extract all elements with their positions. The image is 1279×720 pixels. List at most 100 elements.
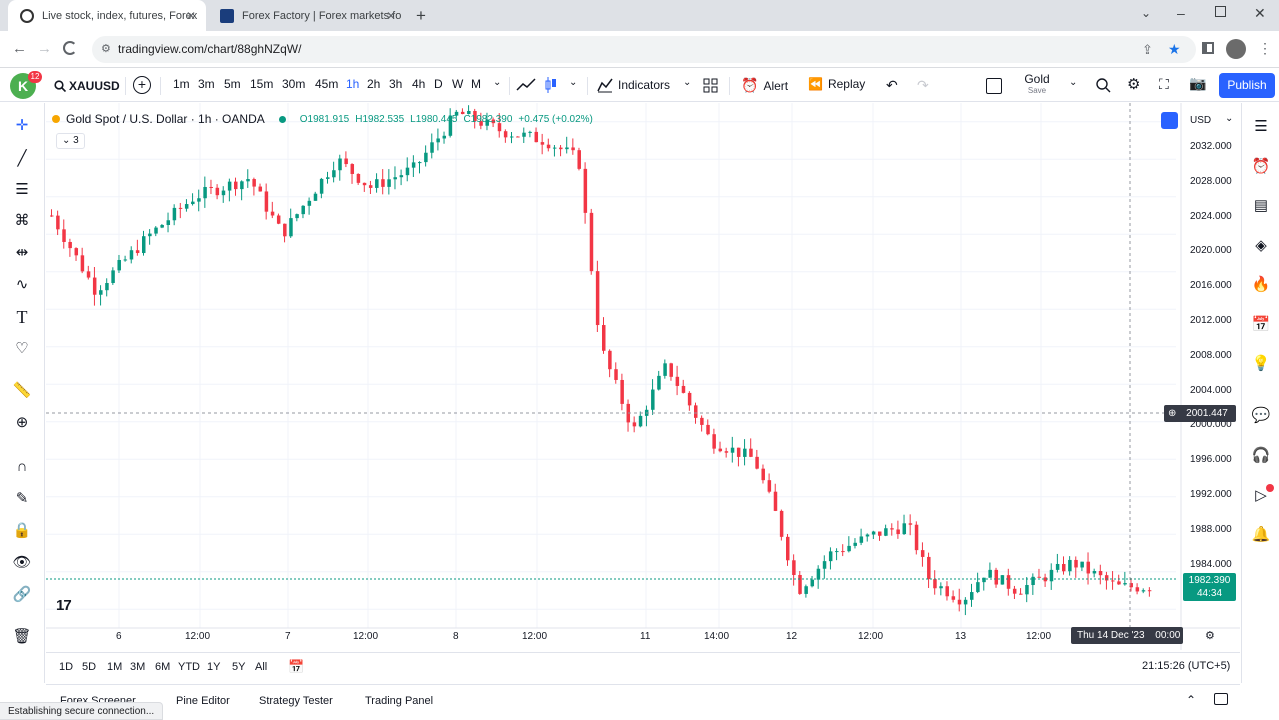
auto-scale-icon[interactable] bbox=[1161, 112, 1178, 129]
back-icon[interactable]: ← bbox=[12, 40, 27, 57]
watchlist-icon[interactable]: ☰ bbox=[1251, 117, 1271, 137]
layout-dropdown-icon[interactable]: ⌄ bbox=[1069, 77, 1077, 88]
candles-icon[interactable] bbox=[544, 76, 558, 94]
pattern-icon[interactable]: ⌘ bbox=[12, 211, 32, 231]
redo-icon[interactable]: ↷ bbox=[917, 77, 929, 94]
range-all[interactable]: All bbox=[255, 661, 267, 673]
tech-support-icon[interactable]: 🎧 bbox=[1251, 446, 1271, 466]
range-3m[interactable]: 3M bbox=[130, 661, 145, 673]
interval-w[interactable]: W bbox=[452, 77, 463, 91]
range-6m[interactable]: 6M bbox=[155, 661, 170, 673]
ideas-bulb-icon[interactable]: 💡 bbox=[1251, 354, 1271, 374]
eye-icon[interactable]: 👁 bbox=[12, 553, 32, 573]
range-5y[interactable]: 5Y bbox=[232, 661, 245, 673]
interval-4h[interactable]: 4h bbox=[412, 77, 425, 91]
share-icon[interactable]: ⇪ bbox=[1142, 36, 1153, 63]
object-tree-icon[interactable]: ◈ bbox=[1251, 236, 1271, 256]
interval-1m[interactable]: 1m bbox=[173, 77, 190, 91]
interval-45m[interactable]: 45m bbox=[315, 77, 338, 91]
compare-symbol-icon[interactable]: + bbox=[133, 76, 151, 94]
interval-dropdown-icon[interactable]: ⌄ bbox=[493, 77, 501, 88]
trash-icon[interactable]: 🗑 bbox=[12, 627, 32, 647]
tab-search-icon[interactable]: ⌄ bbox=[1141, 6, 1151, 20]
side-panel-icon[interactable] bbox=[1202, 42, 1214, 54]
bar-style-icon[interactable] bbox=[516, 77, 536, 93]
fib-retracement-icon[interactable]: ☰ bbox=[12, 180, 32, 200]
interval-d[interactable]: D bbox=[434, 77, 443, 91]
price-chart[interactable] bbox=[46, 103, 1240, 650]
pencil-lock-icon[interactable]: ✎ bbox=[12, 489, 32, 509]
publish-button[interactable]: Publish bbox=[1219, 73, 1275, 98]
browser-tab-forexfactory[interactable]: Forex Factory | Forex markets fo ✕ bbox=[208, 0, 406, 31]
minimize-icon[interactable]: – bbox=[1177, 5, 1185, 21]
range-1d[interactable]: 1D bbox=[59, 661, 73, 673]
alert-button[interactable]: ⏰ Alert bbox=[741, 77, 788, 94]
brush-icon[interactable]: ∿ bbox=[12, 275, 32, 295]
range-ytd[interactable]: YTD bbox=[178, 661, 200, 673]
interval-m[interactable]: M bbox=[471, 77, 481, 91]
magnet-icon[interactable]: ∩ bbox=[12, 457, 32, 477]
chat-icon[interactable]: 💬 bbox=[1251, 406, 1271, 426]
lock-icon[interactable]: 🔒 bbox=[12, 521, 32, 541]
quick-search-icon[interactable] bbox=[1095, 77, 1111, 93]
legend-title[interactable]: Gold Spot / U.S. Dollar · 1h · OANDA bbox=[66, 112, 265, 126]
interval-3h[interactable]: 3h bbox=[389, 77, 402, 91]
data-window-icon[interactable]: ▤ bbox=[1251, 196, 1271, 216]
collapse-panel-icon[interactable]: ⌃ bbox=[1186, 693, 1196, 707]
prediction-icon[interactable]: ⇹ bbox=[12, 243, 32, 263]
interval-30m[interactable]: 30m bbox=[282, 77, 305, 91]
add-alert-plus-icon[interactable]: ⊕ bbox=[1168, 405, 1176, 422]
interval-1h[interactable]: 1h bbox=[346, 77, 359, 91]
tradingview-logo[interactable]: 17 bbox=[56, 597, 72, 614]
date-range-calendar-icon[interactable]: 📅 bbox=[288, 659, 304, 675]
calendar-icon[interactable]: 📅 bbox=[1251, 315, 1271, 335]
hotlists-icon[interactable]: 🔥 bbox=[1251, 275, 1271, 295]
indicators-button[interactable]: Indicators bbox=[597, 77, 670, 93]
range-1m[interactable]: 1M bbox=[107, 661, 122, 673]
panel-tab-strategy-tester[interactable]: Strategy Tester bbox=[259, 695, 333, 707]
interval-15m[interactable]: 15m bbox=[250, 77, 273, 91]
utc-clock[interactable]: 21:15:26 (UTC+5) bbox=[1142, 660, 1230, 672]
link-icon[interactable]: 🔗 bbox=[12, 585, 32, 605]
currency-select[interactable]: USD bbox=[1190, 115, 1211, 126]
heart-icon[interactable]: ♡ bbox=[12, 339, 32, 359]
browser-tab-tradingview[interactable]: Live stock, index, futures, Forex ✕ bbox=[8, 0, 206, 31]
interval-5m[interactable]: 5m bbox=[224, 77, 241, 91]
profile-avatar[interactable] bbox=[1226, 39, 1246, 59]
close-tab-icon[interactable]: ✕ bbox=[386, 9, 396, 23]
notifications-bell-icon[interactable]: 🔔 bbox=[1251, 525, 1271, 545]
indicators-dropdown-icon[interactable]: ⌄ bbox=[683, 77, 691, 88]
indicator-collapse-toggle[interactable]: ⌄ 3 bbox=[56, 133, 85, 149]
symbol-search-button[interactable]: XAUUSD bbox=[54, 75, 120, 97]
layout-select-icon[interactable] bbox=[986, 78, 1002, 94]
new-tab-icon[interactable]: + bbox=[416, 6, 426, 26]
maximize-icon[interactable] bbox=[1215, 6, 1226, 17]
crosshair-icon[interactable]: ✛ bbox=[12, 116, 32, 136]
stop-loading-icon[interactable] bbox=[63, 41, 77, 55]
interval-2h[interactable]: 2h bbox=[367, 77, 380, 91]
settings-gear-icon[interactable]: ⚙ bbox=[1127, 75, 1140, 93]
site-info-icon[interactable]: ⚙ bbox=[101, 36, 111, 63]
forward-icon[interactable]: → bbox=[37, 40, 52, 57]
layouts-grid-icon[interactable] bbox=[703, 78, 718, 93]
text-tool-icon[interactable]: T bbox=[12, 307, 32, 327]
axis-settings-icon[interactable]: ⚙ bbox=[1205, 629, 1215, 642]
layout-save-button[interactable]: Gold Save bbox=[1022, 72, 1052, 95]
interval-3m[interactable]: 3m bbox=[198, 77, 215, 91]
browser-menu-icon[interactable]: ⋮ bbox=[1258, 40, 1272, 57]
panel-tab-trading-panel[interactable]: Trading Panel bbox=[365, 695, 433, 707]
fullscreen-icon[interactable]: ⛶ bbox=[1159, 76, 1169, 93]
trend-line-icon[interactable]: ╱ bbox=[12, 149, 32, 169]
maximize-panel-icon[interactable] bbox=[1214, 693, 1228, 705]
close-window-icon[interactable]: ✕ bbox=[1254, 5, 1266, 22]
close-tab-icon[interactable]: ✕ bbox=[186, 9, 196, 23]
alerts-clock-icon[interactable]: ⏰ bbox=[1251, 157, 1271, 177]
url-field[interactable]: ⚙ tradingview.com/chart/88ghNZqW/ ⇪ ★ bbox=[92, 36, 1196, 63]
currency-dropdown-icon[interactable]: ⌄ bbox=[1225, 113, 1233, 124]
bookmark-star-icon[interactable]: ★ bbox=[1168, 36, 1181, 63]
undo-icon[interactable]: ↶ bbox=[886, 77, 898, 94]
panel-tab-pine-editor[interactable]: Pine Editor bbox=[176, 695, 230, 707]
camera-icon[interactable]: 📷 bbox=[1189, 75, 1206, 92]
chart-type-dropdown-icon[interactable]: ⌄ bbox=[569, 77, 577, 88]
range-5d[interactable]: 5D bbox=[82, 661, 96, 673]
